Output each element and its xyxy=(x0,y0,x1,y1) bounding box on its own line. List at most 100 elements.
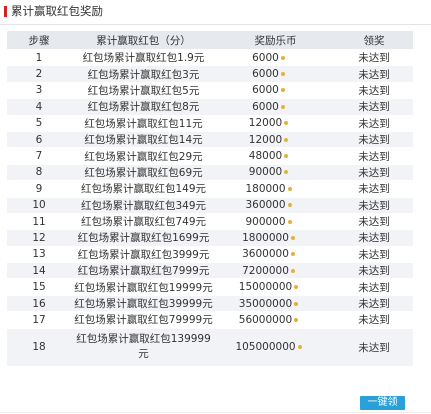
row-coins: 6000 xyxy=(252,84,279,97)
row-step: 9 xyxy=(7,180,71,198)
coin-icon xyxy=(284,121,289,126)
accent-bar xyxy=(4,6,7,17)
row-step: 16 xyxy=(7,295,71,313)
header-coins: 奖励乐币 xyxy=(216,31,335,50)
row-step: 17 xyxy=(7,311,71,329)
row-step: 5 xyxy=(7,115,71,132)
coin-icon xyxy=(284,170,289,175)
row-coins: 90000 xyxy=(248,166,283,179)
row-coins-cell: 6000 xyxy=(216,65,335,83)
row-step: 7 xyxy=(7,147,71,165)
row-coins-cell: 105000000 xyxy=(216,328,335,367)
row-description: 红包场累计赢取红包1699元 xyxy=(71,229,216,247)
row-coins: 105000000 xyxy=(235,341,296,354)
row-status: 未达到 xyxy=(335,82,413,100)
row-description: 红包场累计赢取红包139999元 xyxy=(71,328,216,367)
row-coins-cell: 48000 xyxy=(216,147,335,165)
row-description: 红包场累计赢取红包1.9元 xyxy=(71,49,216,67)
row-coins: 12000 xyxy=(248,117,283,130)
row-status: 未达到 xyxy=(335,49,413,67)
row-coins-cell: 35000000 xyxy=(216,295,335,313)
table-row: 15 红包场累计赢取红包19999元 15000000 未达到 xyxy=(7,278,413,296)
row-coins: 6000 xyxy=(252,51,279,64)
row-coins-cell: 12000 xyxy=(216,115,335,132)
table-row: 18 红包场累计赢取红包139999元 105000000 未达到 xyxy=(7,328,413,367)
header-step: 步骤 xyxy=(7,31,71,50)
table-row: 5 红包场累计赢取红包11元 12000 未达到 xyxy=(7,115,413,132)
table-row: 12 红包场累计赢取红包1699元 1800000 未达到 xyxy=(7,229,413,247)
row-step: 18 xyxy=(7,328,71,367)
table-row: 17 红包场累计赢取红包79999元 56000000 未达到 xyxy=(7,311,413,329)
header-claim: 领奖 xyxy=(335,31,413,50)
row-step: 10 xyxy=(7,197,71,214)
coin-icon xyxy=(284,154,289,159)
row-description: 红包场累计赢取红包5元 xyxy=(71,82,216,100)
row-coins: 360000 xyxy=(245,199,286,212)
row-coins: 48000 xyxy=(248,150,283,163)
row-description: 红包场累计赢取红包11元 xyxy=(71,115,216,132)
row-coins-cell: 3600000 xyxy=(216,246,335,264)
table-row: 13 红包场累计赢取红包3999元 3600000 未达到 xyxy=(7,246,413,264)
coin-icon xyxy=(280,72,285,77)
row-description: 红包场累计赢取红包39999元 xyxy=(71,295,216,313)
row-status: 未达到 xyxy=(335,213,413,231)
row-description: 红包场累计赢取红包749元 xyxy=(71,213,216,231)
row-coins: 6000 xyxy=(252,68,279,81)
row-coins-cell: 900000 xyxy=(216,213,335,231)
claim-all-button[interactable]: 一键领 xyxy=(360,396,405,410)
coin-icon xyxy=(294,285,299,290)
row-coins-cell: 12000 xyxy=(216,131,335,149)
row-coins-cell: 6000 xyxy=(216,49,335,67)
row-description: 红包场累计赢取红包79999元 xyxy=(71,311,216,329)
row-coins: 15000000 xyxy=(238,281,293,294)
row-status: 未达到 xyxy=(335,246,413,264)
coin-icon xyxy=(287,186,292,191)
row-coins: 56000000 xyxy=(238,313,293,326)
table-row: 8 红包场累计赢取红包69元 90000 未达到 xyxy=(7,164,413,182)
row-step: 2 xyxy=(7,65,71,83)
row-coins-cell: 180000 xyxy=(216,180,335,198)
row-step: 13 xyxy=(7,246,71,264)
coin-icon xyxy=(290,252,295,257)
coin-icon xyxy=(290,268,295,273)
table-row: 3 红包场累计赢取红包5元 6000 未达到 xyxy=(7,82,413,100)
coin-icon xyxy=(280,55,285,60)
row-description: 红包场累计赢取红包69元 xyxy=(71,164,216,182)
header-desc: 累计赢取红包（分） xyxy=(71,31,216,50)
coin-icon xyxy=(290,235,295,240)
row-coins-cell: 1800000 xyxy=(216,229,335,247)
row-step: 6 xyxy=(7,131,71,149)
table-row: 6 红包场累计赢取红包14元 12000 未达到 xyxy=(7,131,413,149)
coin-icon xyxy=(284,137,289,142)
header-divider xyxy=(0,24,431,25)
row-coins: 35000000 xyxy=(238,297,293,310)
row-status: 未达到 xyxy=(335,180,413,198)
row-status: 未达到 xyxy=(335,65,413,83)
table-row: 11 红包场累计赢取红包749元 900000 未达到 xyxy=(7,213,413,231)
table-row: 14 红包场累计赢取红包7999元 7200000 未达到 xyxy=(7,262,413,280)
table-row: 4 红包场累计赢取红包8元 6000 未达到 xyxy=(7,98,413,116)
row-status: 未达到 xyxy=(335,328,413,367)
row-description: 红包场累计赢取红包19999元 xyxy=(71,278,216,296)
row-coins-cell: 7200000 xyxy=(216,262,335,280)
row-coins-cell: 90000 xyxy=(216,164,335,182)
row-status: 未达到 xyxy=(335,115,413,132)
row-status: 未达到 xyxy=(335,197,413,214)
row-coins: 1800000 xyxy=(242,231,289,244)
table-row: 9 红包场累计赢取红包149元 180000 未达到 xyxy=(7,180,413,198)
row-step: 3 xyxy=(7,82,71,100)
coin-icon xyxy=(280,88,285,93)
coin-icon xyxy=(287,203,292,208)
row-description: 红包场累计赢取红包14元 xyxy=(71,131,216,149)
coin-icon xyxy=(294,317,299,322)
table-row: 10 红包场累计赢取红包349元 360000 未达到 xyxy=(7,197,413,214)
row-coins: 900000 xyxy=(245,215,286,228)
row-coins-cell: 360000 xyxy=(216,197,335,214)
row-coins: 12000 xyxy=(248,133,283,146)
row-status: 未达到 xyxy=(335,164,413,182)
row-status: 未达到 xyxy=(335,147,413,165)
table-row: 16 红包场累计赢取红包39999元 35000000 未达到 xyxy=(7,295,413,313)
coin-icon xyxy=(294,301,299,306)
row-description: 红包场累计赢取红包7999元 xyxy=(71,262,216,280)
section-title: 累计赢取红包奖励 xyxy=(11,4,103,18)
